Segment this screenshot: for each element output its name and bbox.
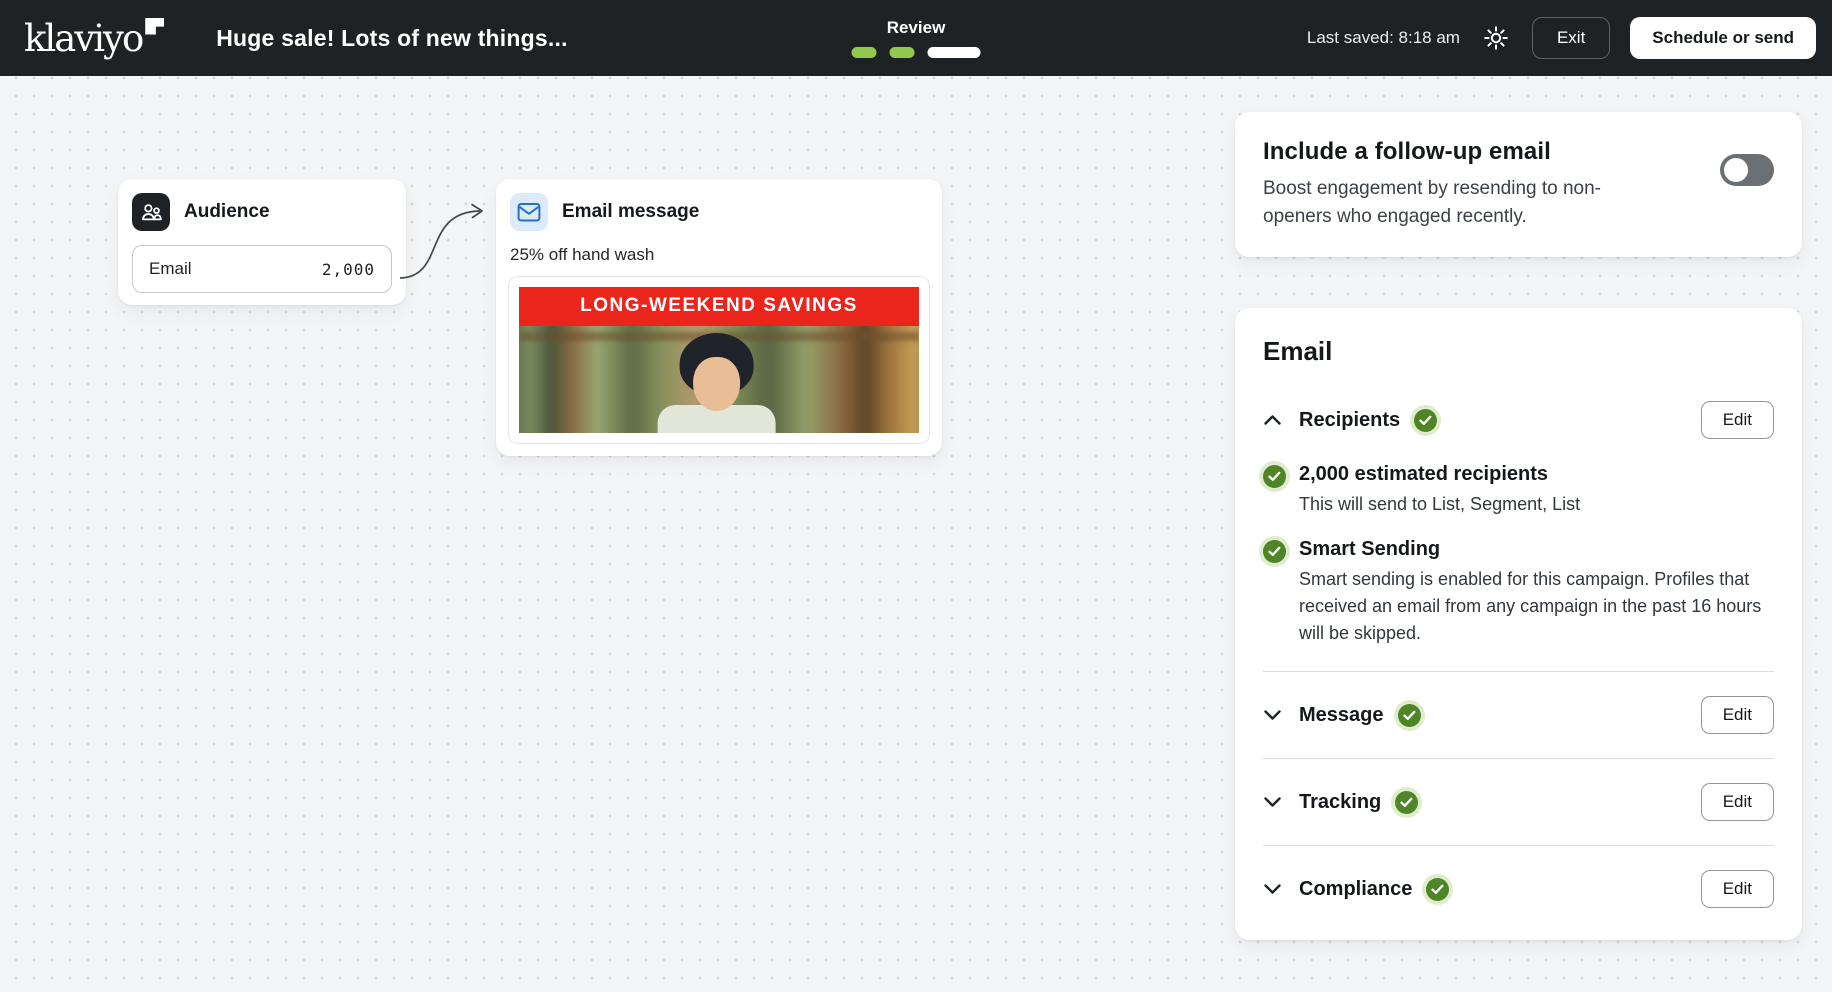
edit-compliance-button[interactable]: Edit <box>1701 870 1774 908</box>
progress-step-3-current <box>928 47 981 58</box>
follow-up-description: Boost engagement by resending to non-ope… <box>1263 175 1655 231</box>
email-subject-line: 25% off hand wash <box>510 245 930 265</box>
divider <box>1263 845 1774 846</box>
follow-up-toggle[interactable] <box>1720 154 1774 186</box>
audience-channel-label: Email <box>149 259 192 279</box>
person-face <box>693 357 740 411</box>
people-icon <box>132 193 170 231</box>
flow-canvas[interactable]: Audience Email 2,000 Email message 25% o… <box>0 76 1832 992</box>
section-label-compliance: Compliance <box>1299 878 1412 901</box>
edit-recipients-button[interactable]: Edit <box>1701 401 1774 439</box>
section-label-message: Message <box>1299 704 1384 727</box>
review-panel-title: Email <box>1263 336 1774 367</box>
chevron-up-icon[interactable] <box>1263 414 1282 426</box>
email-preview: LONG-WEEKEND SAVINGS <box>508 276 930 444</box>
toggle-knob <box>1724 158 1748 182</box>
estimated-recipients-detail: This will send to List, Segment, List <box>1299 491 1580 518</box>
edit-tracking-button[interactable]: Edit <box>1701 783 1774 821</box>
section-message-header[interactable]: Message Edit <box>1263 696 1774 734</box>
edit-message-button[interactable]: Edit <box>1701 696 1774 734</box>
email-review-panel: Email Recipients Edit 2,000 estimated re… <box>1235 308 1802 940</box>
section-tracking-header[interactable]: Tracking Edit <box>1263 783 1774 821</box>
audience-node-header: Audience <box>132 193 392 231</box>
klaviyo-flag-icon <box>145 18 164 35</box>
header-actions: Last saved: 8:18 am Exit Schedule or sen… <box>1307 17 1816 59</box>
progress-pills <box>852 47 981 58</box>
audience-node-title: Audience <box>184 201 270 223</box>
chevron-down-icon[interactable] <box>1263 883 1282 895</box>
chevron-down-icon[interactable] <box>1263 709 1282 721</box>
check-circle-icon <box>1263 540 1286 563</box>
follow-up-text: Include a follow-up email Boost engageme… <box>1263 138 1675 231</box>
settings-button[interactable] <box>1480 22 1512 54</box>
check-circle-icon <box>1263 465 1286 488</box>
section-compliance-header[interactable]: Compliance Edit <box>1263 870 1774 908</box>
progress-step-2-complete <box>890 47 915 58</box>
chevron-down-icon[interactable] <box>1263 796 1282 808</box>
audience-email-row[interactable]: Email 2,000 <box>132 245 392 293</box>
estimated-recipients-title: 2,000 estimated recipients <box>1299 463 1580 486</box>
envelope-icon <box>510 193 548 231</box>
step-progress: Review <box>852 0 981 76</box>
check-circle-icon <box>1426 878 1449 901</box>
flow-connector-arrow <box>394 202 498 292</box>
check-circle-icon <box>1398 704 1421 727</box>
section-recipients-header[interactable]: Recipients Edit <box>1263 401 1774 439</box>
audience-node: Audience Email 2,000 <box>118 179 406 305</box>
audience-recipient-count: 2,000 <box>322 260 375 279</box>
photo-person <box>657 333 777 433</box>
estimated-recipients-item: 2,000 estimated recipients This will sen… <box>1263 463 1774 518</box>
top-bar: klaviyo Huge sale! Lots of new things...… <box>0 0 1832 76</box>
divider <box>1263 758 1774 759</box>
email-node-title: Email message <box>562 201 699 223</box>
follow-up-card: Include a follow-up email Boost engageme… <box>1235 112 1802 257</box>
smart-sending-title: Smart Sending <box>1299 538 1769 561</box>
recipients-details: 2,000 estimated recipients This will sen… <box>1263 463 1774 647</box>
smart-sending-detail: Smart sending is enabled for this campai… <box>1299 566 1769 647</box>
klaviyo-logo: klaviyo <box>24 20 164 57</box>
campaign-title: Huge sale! Lots of new things... <box>216 25 567 52</box>
last-saved-text: Last saved: 8:18 am <box>1307 28 1460 48</box>
email-banner-text: LONG-WEEKEND SAVINGS <box>519 287 919 326</box>
check-circle-icon <box>1395 791 1418 814</box>
section-label-recipients: Recipients <box>1299 409 1400 432</box>
progress-step-1-complete <box>852 47 877 58</box>
klaviyo-wordmark: klaviyo <box>24 20 142 57</box>
email-hero-photo <box>519 326 919 433</box>
exit-button[interactable]: Exit <box>1532 17 1610 59</box>
follow-up-title: Include a follow-up email <box>1263 138 1675 166</box>
email-message-node[interactable]: Email message 25% off hand wash LONG-WEE… <box>496 179 942 456</box>
check-circle-icon <box>1414 409 1437 432</box>
divider <box>1263 671 1774 672</box>
section-label-tracking: Tracking <box>1299 791 1381 814</box>
email-node-header: Email message <box>508 193 930 231</box>
schedule-or-send-button[interactable]: Schedule or send <box>1630 17 1816 59</box>
smart-sending-item: Smart Sending Smart sending is enabled f… <box>1263 538 1774 647</box>
gear-icon <box>1483 25 1509 51</box>
current-step-label: Review <box>887 18 946 38</box>
